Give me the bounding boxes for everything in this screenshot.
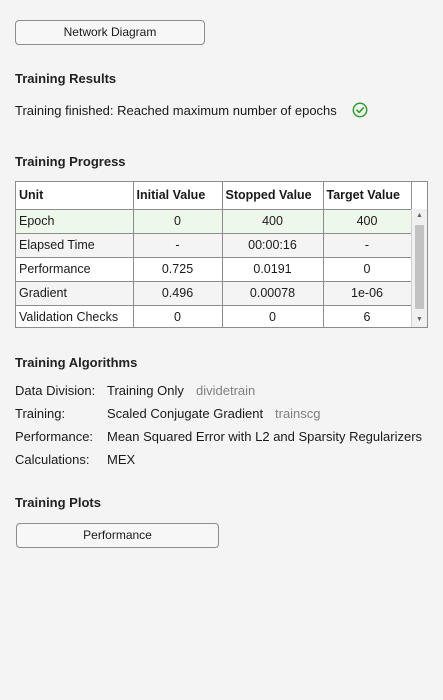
table-row[interactable]: Epoch 0 400 400 (16, 209, 412, 234)
scrollbar-thumb[interactable] (415, 225, 424, 309)
network-diagram-button[interactable]: Network Diagram (15, 20, 205, 45)
algo-value-performance: Mean Squared Error with L2 and Sparsity … (107, 429, 423, 444)
algo-function-training: trainscg (275, 406, 321, 421)
cell-unit: Validation Checks (16, 305, 134, 327)
cell-unit: Epoch (16, 209, 134, 234)
cell-stopped: 0.00078 (222, 281, 324, 306)
cell-target: 6 (323, 305, 412, 327)
cell-unit: Elapsed Time (16, 233, 134, 258)
scroll-down-arrow-icon[interactable]: ▼ (412, 313, 427, 327)
column-header-unit[interactable]: Unit (16, 182, 134, 210)
scroll-up-arrow-icon[interactable]: ▲ (412, 209, 427, 223)
algo-label-calculations: Calculations: (15, 452, 90, 467)
check-circle-icon (352, 102, 368, 118)
performance-plot-button[interactable]: Performance (16, 523, 219, 548)
training-progress-heading: Training Progress (15, 154, 126, 169)
cell-stopped: 0.0191 (222, 257, 324, 282)
algo-label-training: Training: (15, 406, 66, 421)
cell-stopped: 400 (222, 209, 324, 234)
table-vertical-scrollbar[interactable]: ▲ ▼ (411, 209, 427, 327)
cell-stopped: 00:00:16 (222, 233, 324, 258)
cell-target: 0 (323, 257, 412, 282)
cell-initial: 0.725 (133, 257, 223, 282)
cell-stopped: 0 (222, 305, 324, 327)
cell-unit: Performance (16, 257, 134, 282)
table-row[interactable]: Validation Checks 0 0 6 (16, 305, 412, 327)
cell-target: 400 (323, 209, 412, 234)
table-header-row: Unit Initial Value Stopped Value Target … (16, 182, 412, 210)
table-row[interactable]: Performance 0.725 0.0191 0 (16, 257, 412, 282)
training-plots-heading: Training Plots (15, 495, 101, 510)
algo-value-data-division: Training Only (107, 383, 184, 398)
cell-initial: - (133, 233, 223, 258)
training-results-heading: Training Results (15, 71, 117, 86)
column-header-initial-value[interactable]: Initial Value (133, 182, 223, 210)
training-status-text: Training finished: Reached maximum numbe… (15, 103, 337, 118)
algo-value-calculations: MEX (107, 452, 136, 467)
algo-label-performance: Performance: (15, 429, 94, 444)
algo-value-training: Scaled Conjugate Gradient (107, 406, 264, 421)
algo-label-data-division: Data Division: (15, 383, 96, 398)
table-row[interactable]: Gradient 0.496 0.00078 1e-06 (16, 281, 412, 306)
training-algorithms-heading: Training Algorithms (15, 355, 138, 370)
algo-function-data-division: dividetrain (196, 383, 256, 398)
training-progress-table[interactable]: Unit Initial Value Stopped Value Target … (15, 181, 428, 328)
cell-initial: 0 (133, 305, 223, 327)
cell-initial: 0.496 (133, 281, 223, 306)
table-row[interactable]: Elapsed Time - 00:00:16 - (16, 233, 412, 258)
cell-target: - (323, 233, 412, 258)
cell-target: 1e-06 (323, 281, 412, 306)
cell-initial: 0 (133, 209, 223, 234)
column-header-target-value[interactable]: Target Value (323, 182, 412, 210)
column-header-stopped-value[interactable]: Stopped Value (222, 182, 324, 210)
cell-unit: Gradient (16, 281, 134, 306)
